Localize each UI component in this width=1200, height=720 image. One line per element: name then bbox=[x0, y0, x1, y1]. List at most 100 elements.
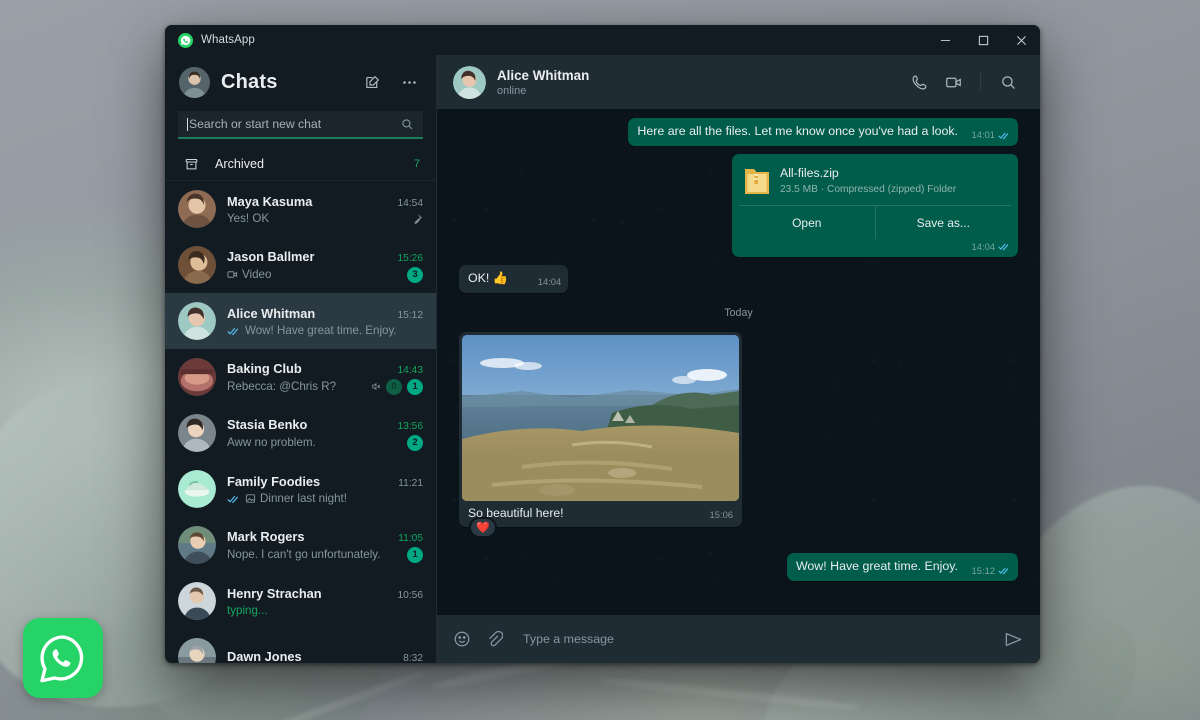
new-chat-icon[interactable] bbox=[359, 69, 385, 95]
chat-preview: Rebecca: @Chris R? bbox=[227, 380, 337, 393]
chat-time: 13:56 bbox=[397, 420, 424, 432]
chat-list[interactable]: Maya Kasuma 14:54 Yes! OK Jason Ballmer … bbox=[165, 181, 436, 663]
app-brand: WhatsApp bbox=[165, 32, 445, 48]
chat-name: Family Foodies bbox=[227, 474, 321, 489]
unread-badge: 1 bbox=[407, 546, 423, 563]
message-time: 14:04 bbox=[971, 240, 995, 252]
text-caret bbox=[187, 117, 188, 131]
pin-icon bbox=[411, 213, 423, 225]
save-as-button[interactable]: Save as... bbox=[874, 206, 1012, 240]
chat-list-item-maya-kasuma[interactable]: Maya Kasuma 14:54 Yes! OK bbox=[165, 181, 436, 237]
contact-status: online bbox=[497, 84, 527, 97]
reaction-badge[interactable]: ❤️ bbox=[469, 517, 497, 539]
avatar bbox=[178, 302, 216, 340]
chat-time: 14:43 bbox=[397, 364, 424, 376]
video-call-icon[interactable] bbox=[938, 67, 968, 97]
chat-item-content: Stasia Benko 13:56 Aww no problem. 2 bbox=[227, 416, 423, 451]
avatar bbox=[178, 190, 216, 228]
message-text: Here are all the files. Let me know once… bbox=[637, 124, 958, 138]
avatar bbox=[178, 358, 216, 396]
voice-call-icon[interactable] bbox=[904, 67, 934, 97]
message-text: Wow! Have great time. Enjoy. bbox=[795, 559, 958, 574]
archived-label: Archived bbox=[215, 157, 264, 171]
message-input[interactable]: Type a message bbox=[517, 632, 990, 646]
message-time: 15:12 bbox=[971, 564, 995, 576]
message-row: Here are all the files. Let me know once… bbox=[459, 118, 1018, 146]
send-icon[interactable] bbox=[1004, 630, 1023, 649]
photo-caption-row: So beautiful here! 15:06 bbox=[462, 501, 739, 527]
photo-attachment[interactable] bbox=[462, 335, 739, 502]
maximize-button[interactable] bbox=[964, 25, 1002, 55]
file-actions: Open Save as... bbox=[739, 205, 1012, 240]
chat-name: Stasia Benko bbox=[227, 416, 308, 432]
open-file-button[interactable]: Open bbox=[739, 206, 875, 239]
contact-name: Alice Whitman bbox=[497, 67, 590, 83]
whatsapp-icon bbox=[40, 635, 84, 683]
contact-info[interactable]: Alice Whitman online bbox=[497, 68, 893, 97]
search-icon[interactable] bbox=[401, 118, 414, 131]
app-title: WhatsApp bbox=[201, 34, 255, 46]
search-placeholder: Search or start new chat bbox=[189, 117, 322, 131]
chat-list-item-henry-strachan[interactable]: Henry Strachan 10:56 typing... bbox=[165, 573, 436, 629]
chat-list-item-family-foodies[interactable]: Family Foodies 11:21 Dinner last night! bbox=[165, 461, 436, 517]
chat-list-item-jason-ballmer[interactable]: Jason Ballmer 15:26 Video 3 bbox=[165, 237, 436, 293]
message-bubble-outgoing[interactable]: Wow! Have great time. Enjoy. 15:12 bbox=[786, 553, 1018, 582]
chat-header: Alice Whitman online bbox=[437, 55, 1040, 109]
chat-list-item-alice-whitman[interactable]: Alice Whitman 15:12 Wow! Have great time… bbox=[165, 293, 436, 349]
read-receipt-icon bbox=[227, 494, 241, 504]
attach-icon[interactable] bbox=[485, 630, 503, 648]
file-text: All-files.zip 23.5 MB · Compressed (zipp… bbox=[780, 165, 956, 197]
contact-avatar[interactable] bbox=[453, 65, 486, 99]
chat-time: 10:56 bbox=[397, 590, 424, 601]
chat-item-content: Jason Ballmer 15:26 Video 3 bbox=[227, 248, 423, 283]
whatsapp-logo-icon bbox=[178, 32, 193, 48]
chat-item-content: Family Foodies 11:21 Dinner last night! bbox=[227, 473, 423, 505]
avatar bbox=[178, 414, 216, 452]
chat-name: Baking Club bbox=[227, 360, 302, 376]
page-title: Chats bbox=[221, 70, 278, 93]
avatar bbox=[178, 246, 216, 284]
avatar bbox=[178, 470, 216, 508]
avatar bbox=[178, 582, 216, 620]
zip-folder-icon bbox=[744, 165, 770, 197]
message-text: OK! 👍 bbox=[468, 271, 509, 286]
menu-icon[interactable] bbox=[396, 69, 422, 95]
chat-list-item-mark-rogers[interactable]: Mark Rogers 11:05 Nope. I can't go unfor… bbox=[165, 517, 436, 573]
photo-caption: So beautiful here! bbox=[468, 506, 564, 521]
chat-list-item-dawn-jones[interactable]: Dawn Jones 8:32 bbox=[165, 629, 436, 663]
message-row: Wow! Have great time. Enjoy. 15:12 bbox=[459, 553, 1018, 582]
message-meta: 14:04 bbox=[972, 241, 1011, 254]
message-bubble-photo[interactable]: So beautiful here! 15:06 ❤️ bbox=[459, 332, 742, 539]
chat-item-content: Baking Club 14:43 Rebecca: @Chris R? 0 1 bbox=[227, 360, 423, 395]
archived-count: 7 bbox=[413, 158, 420, 170]
title-bar[interactable]: WhatsApp bbox=[165, 25, 1040, 55]
avatar bbox=[178, 526, 216, 564]
chat-list-item-stasia-benko[interactable]: Stasia Benko 13:56 Aww no problem. 2 bbox=[165, 405, 436, 461]
message-list[interactable]: Here are all the files. Let me know once… bbox=[437, 109, 1040, 615]
chat-list-item-baking-club[interactable]: Baking Club 14:43 Rebecca: @Chris R? 0 1 bbox=[165, 349, 436, 405]
message-composer: Type a message bbox=[437, 615, 1040, 663]
message-meta: 14:04 bbox=[538, 276, 561, 289]
sidebar-header: Chats bbox=[165, 55, 436, 109]
message-bubble-outgoing[interactable]: Here are all the files. Let me know once… bbox=[628, 118, 1018, 146]
search-input[interactable]: Search or start new chat bbox=[178, 111, 423, 139]
chat-panel: Alice Whitman online Here are all the fi… bbox=[437, 55, 1040, 663]
sidebar-item-archived[interactable]: Archived 7 bbox=[165, 148, 436, 181]
message-bubble-file[interactable]: All-files.zip 23.5 MB · Compressed (zipp… bbox=[732, 153, 1018, 258]
message-bubble-incoming[interactable]: OK! 👍 14:04 bbox=[459, 265, 569, 294]
chat-name: Henry Strachan bbox=[227, 586, 322, 601]
chat-name: Mark Rogers bbox=[227, 528, 305, 544]
close-button[interactable] bbox=[1002, 25, 1040, 55]
emoji-icon[interactable] bbox=[453, 630, 471, 648]
my-avatar[interactable] bbox=[179, 66, 210, 98]
unread-badge: 2 bbox=[407, 434, 423, 451]
chat-name: Maya Kasuma bbox=[227, 194, 313, 209]
chat-preview: Yes! OK bbox=[227, 212, 270, 225]
chat-search-icon[interactable] bbox=[993, 67, 1023, 97]
chat-meta: 2 bbox=[407, 434, 423, 451]
day-divider: Today bbox=[724, 307, 753, 320]
unread-badge: 3 bbox=[407, 266, 423, 283]
minimize-button[interactable] bbox=[926, 25, 964, 55]
file-meta: 23.5 MB · Compressed (zipped) Folder bbox=[780, 184, 957, 196]
chat-meta: 1 bbox=[407, 546, 423, 563]
